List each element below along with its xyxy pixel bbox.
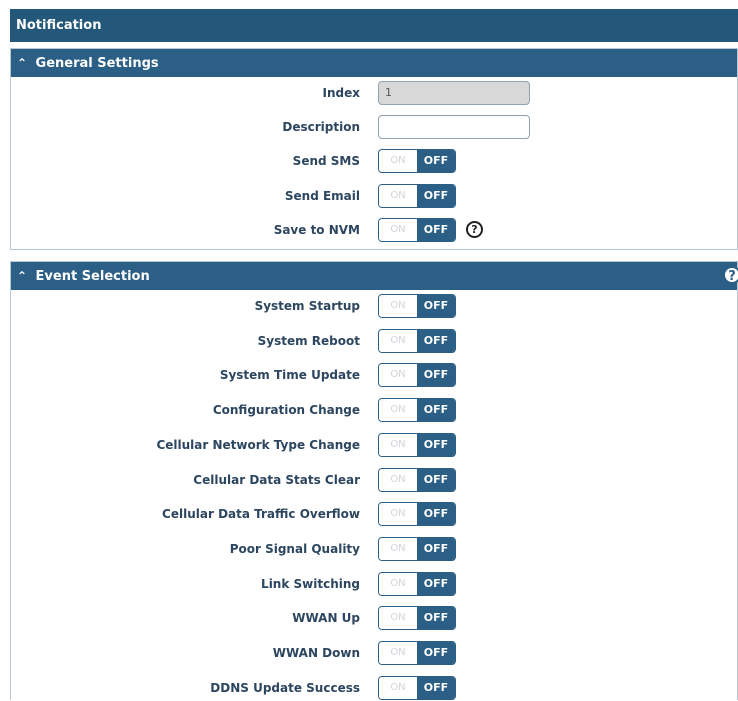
toggle-off: OFF (417, 434, 455, 456)
save-nvm-row: Save to NVM ON OFF ? (11, 217, 737, 243)
event-label: WWAN Down (272, 646, 360, 660)
toggle-on: ON (379, 399, 417, 421)
send-email-toggle[interactable]: ON OFF (378, 184, 456, 208)
help-icon[interactable]: ? (723, 266, 738, 284)
event-row: Poor Signal Quality ON OFF (11, 536, 737, 562)
toggle-off: OFF (417, 185, 455, 207)
event-label: System Time Update (219, 368, 360, 382)
event-row: System Reboot ON OFF (11, 328, 737, 354)
toggle-off: OFF (417, 503, 455, 525)
toggle-on: ON (379, 503, 417, 525)
event-label: WWAN Up (292, 611, 360, 625)
index-row: Index 1 (11, 80, 737, 106)
caret-up-icon: ⌃ (17, 269, 28, 283)
general-settings-header[interactable]: ⌃ General Settings (11, 49, 737, 77)
event-row: Link Switching ON OFF (11, 571, 737, 597)
toggle-on: ON (379, 364, 417, 386)
toggle-on: ON (379, 642, 417, 664)
toggle-on: ON (379, 185, 417, 207)
send-sms-label: Send SMS (292, 154, 360, 168)
save-nvm-label: Save to NVM (273, 223, 360, 237)
general-settings-panel: ⌃ General Settings Index 1 Description S… (10, 48, 738, 250)
event-label: Configuration Change (212, 403, 360, 417)
event-toggle[interactable]: ON OFF (378, 433, 456, 457)
toggle-off: OFF (417, 295, 455, 317)
toggle-off: OFF (417, 150, 455, 172)
save-nvm-toggle[interactable]: ON OFF (378, 218, 456, 242)
toggle-off: OFF (417, 573, 455, 595)
toggle-off: OFF (417, 399, 455, 421)
description-row: Description (11, 114, 737, 140)
event-label: Cellular Network Type Change (156, 438, 360, 452)
toggle-on: ON (379, 295, 417, 317)
event-toggle[interactable]: ON OFF (378, 329, 456, 353)
event-label: System Reboot (257, 334, 360, 348)
top-strip (0, 0, 738, 9)
toggle-on: ON (379, 469, 417, 491)
toggle-on: ON (379, 150, 417, 172)
general-settings-title: General Settings (35, 56, 159, 71)
help-icon[interactable]: ? (466, 221, 483, 238)
description-label: Description (282, 120, 360, 134)
page-title: Notification (10, 9, 738, 42)
event-row: WWAN Down ON OFF (11, 640, 737, 666)
event-toggle[interactable]: ON OFF (378, 294, 456, 318)
event-label: Poor Signal Quality (229, 542, 360, 556)
event-label: DDNS Update Success (210, 681, 360, 695)
toggle-off: OFF (417, 642, 455, 664)
event-row: Configuration Change ON OFF (11, 397, 737, 423)
send-sms-row: Send SMS ON OFF (11, 148, 737, 174)
event-row: System Startup ON OFF (11, 293, 737, 319)
event-label: Link Switching (261, 577, 360, 591)
event-label: System Startup (254, 299, 360, 313)
event-row: Cellular Network Type Change ON OFF (11, 432, 737, 458)
toggle-on: ON (379, 330, 417, 352)
event-row: Cellular Data Traffic Overflow ON OFF (11, 501, 737, 527)
toggle-off: OFF (417, 538, 455, 560)
event-row: Cellular Data Stats Clear ON OFF (11, 467, 737, 493)
toggle-off: OFF (417, 364, 455, 386)
event-toggle[interactable]: ON OFF (378, 606, 456, 630)
toggle-off: OFF (417, 219, 455, 241)
event-label: Cellular Data Traffic Overflow (162, 507, 360, 521)
event-toggle[interactable]: ON OFF (378, 572, 456, 596)
toggle-on: ON (379, 573, 417, 595)
toggle-on: ON (379, 677, 417, 699)
toggle-off: OFF (417, 607, 455, 629)
event-toggle[interactable]: ON OFF (378, 468, 456, 492)
toggle-off: OFF (417, 330, 455, 352)
event-toggle[interactable]: ON OFF (378, 502, 456, 526)
caret-up-icon: ⌃ (17, 56, 28, 70)
event-toggle[interactable]: ON OFF (378, 363, 456, 387)
toggle-on: ON (379, 607, 417, 629)
event-toggle[interactable]: ON OFF (378, 676, 456, 700)
toggle-off: OFF (417, 677, 455, 699)
event-row: DDNS Update Success ON OFF (11, 675, 737, 701)
event-row: WWAN Up ON OFF (11, 605, 737, 631)
index-field: 1 (378, 81, 530, 105)
send-email-row: Send Email ON OFF (11, 183, 737, 209)
send-email-label: Send Email (284, 189, 360, 203)
description-input[interactable] (378, 115, 530, 139)
toggle-on: ON (379, 538, 417, 560)
toggle-on: ON (379, 219, 417, 241)
event-label: Cellular Data Stats Clear (193, 473, 360, 487)
toggle-on: ON (379, 434, 417, 456)
send-sms-toggle[interactable]: ON OFF (378, 149, 456, 173)
toggle-off: OFF (417, 469, 455, 491)
event-toggle[interactable]: ON OFF (378, 398, 456, 422)
event-toggle[interactable]: ON OFF (378, 537, 456, 561)
event-toggle[interactable]: ON OFF (378, 641, 456, 665)
event-row: System Time Update ON OFF (11, 362, 737, 388)
event-selection-title: Event Selection (35, 269, 150, 284)
event-selection-header[interactable]: ⌃ Event Selection ? (11, 262, 738, 290)
event-selection-panel: ⌃ Event Selection ? System Startup ON OFF S… (10, 261, 738, 700)
index-label: Index (322, 86, 360, 100)
